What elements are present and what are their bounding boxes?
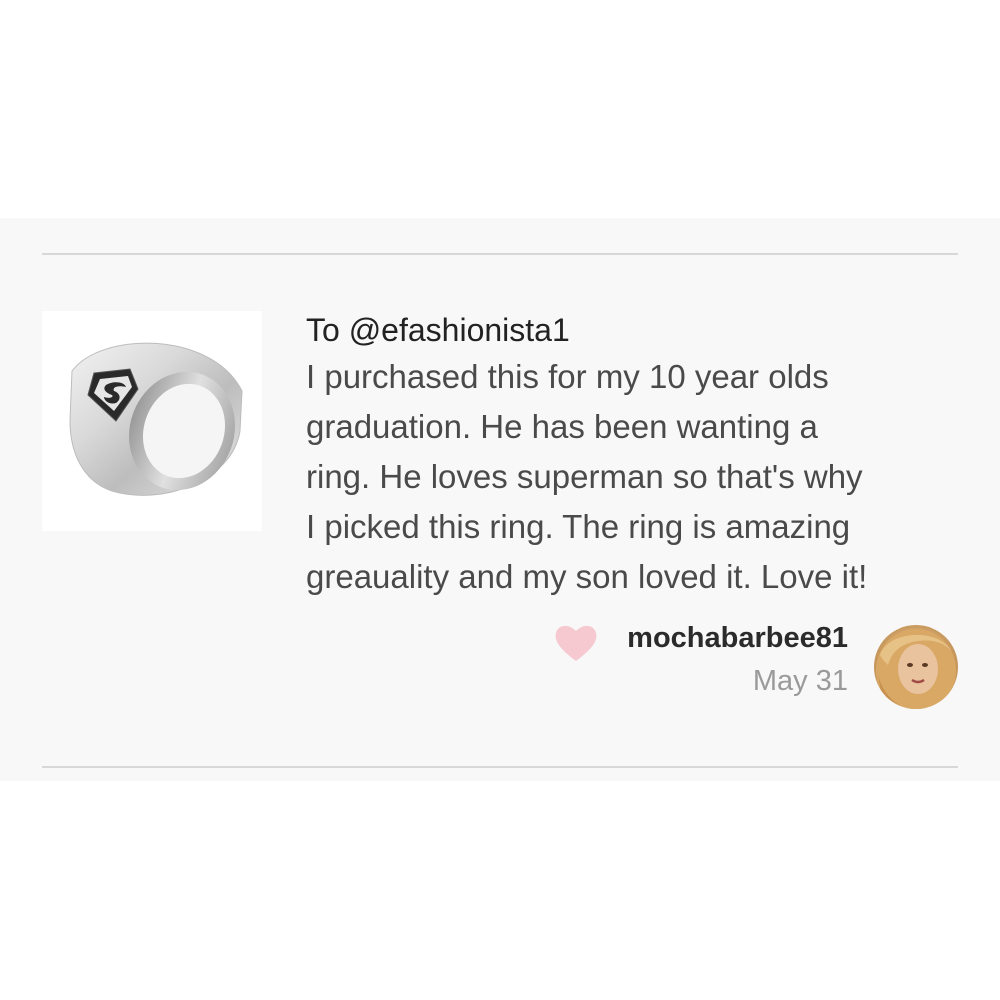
page-canvas: To @efashionista1 I purchased this for m… [0,0,1000,1000]
avatar-image [876,629,956,709]
review-content: To @efashionista1 I purchased this for m… [306,308,966,602]
review-meta: mochabarbee81 May 31 [627,618,848,704]
review-line: I picked this ring. The ring is amazing [306,508,851,545]
product-image[interactable] [42,311,262,531]
user-avatar[interactable] [874,625,958,709]
review-card: To @efashionista1 I purchased this for m… [0,218,1000,781]
superman-ring-image [69,342,243,496]
review-line: ring. He loves superman so that's why [306,458,863,495]
review-line: greauality and my son loved it. Love it! [306,558,868,595]
review-line: I purchased this for my 10 year olds [306,358,829,395]
review-line: graduation. He has been wanting a [306,408,818,445]
review-date: May 31 [752,665,848,697]
top-divider [42,253,958,255]
username[interactable]: mochabarbee81 [627,618,848,658]
heart-icon[interactable] [554,623,598,663]
bottom-divider [42,766,958,768]
recipient-handle[interactable]: To @efashionista1 [306,308,966,352]
review-body: I purchased this for my 10 year olds gra… [306,352,966,602]
